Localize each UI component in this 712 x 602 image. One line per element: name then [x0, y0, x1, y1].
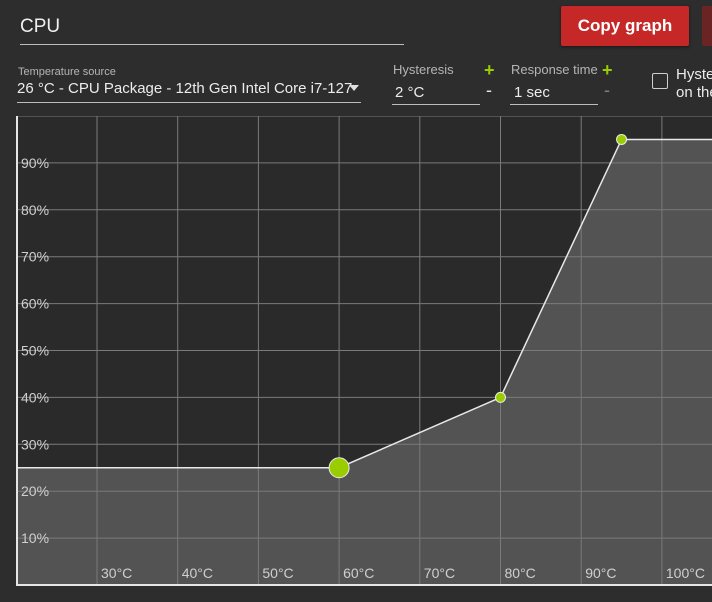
response-time-increase-button[interactable]: +	[602, 60, 613, 81]
response-time-field[interactable]: 1 sec	[510, 82, 598, 105]
y-tick-label: 50%	[21, 343, 49, 359]
hysteresis-field[interactable]: 2 °C	[392, 82, 480, 105]
x-tick-label: 50°C	[262, 565, 293, 581]
curve-name-input[interactable]	[20, 10, 404, 38]
y-tick-label: 60%	[21, 296, 49, 312]
hysteresis-increase-button[interactable]: +	[484, 60, 495, 81]
temperature-source-value: 26 °C - CPU Package - 12th Gen Intel Cor…	[17, 80, 353, 97]
response-time-decrease-button[interactable]: -	[604, 80, 610, 101]
hysteresis-label: Hysteresis	[393, 62, 454, 77]
x-tick-label: 70°C	[424, 565, 455, 581]
temperature-source-label: Temperature source	[18, 66, 116, 78]
curve-point[interactable]	[616, 133, 628, 145]
y-tick-label: 20%	[21, 483, 49, 499]
x-tick-label: 60°C	[343, 565, 374, 581]
x-tick-label: 90°C	[585, 565, 616, 581]
y-tick-label: 10%	[21, 530, 49, 546]
hysteresis-decrease-button[interactable]: -	[486, 80, 492, 101]
x-tick-label: 100°C	[666, 565, 705, 581]
y-tick-label: 80%	[21, 202, 49, 218]
response-time-value: 1 sec	[514, 84, 550, 101]
hysteresis-checkbox-label: Hyste on the	[676, 66, 712, 102]
hysteresis-value: 2 °C	[395, 84, 425, 101]
checkbox-label-line2: on the	[676, 84, 712, 101]
secondary-button[interactable]	[702, 6, 712, 46]
chevron-down-icon	[349, 85, 359, 91]
curve-name-field[interactable]	[20, 10, 404, 45]
y-tick-label: 90%	[21, 155, 49, 171]
x-tick-label: 40°C	[182, 565, 213, 581]
y-tick-label: 30%	[21, 436, 49, 452]
response-time-label: Response time	[511, 62, 598, 77]
x-tick-label: 80°C	[505, 565, 536, 581]
y-tick-label: 40%	[21, 389, 49, 405]
x-tick-label: 30°C	[101, 565, 132, 581]
temperature-source-select[interactable]: 26 °C - CPU Package - 12th Gen Intel Cor…	[17, 78, 361, 103]
fan-curve-chart[interactable]: 10% 20% 30% 40% 50% 60% 70% 80% 90% 30°C 40°C 50°C 6…	[16, 115, 712, 586]
y-tick-label: 70%	[21, 249, 49, 265]
curve-point[interactable]	[495, 391, 506, 403]
fan-curve-svg[interactable]: 10% 20% 30% 40% 50% 60% 70% 80% 90% 30°C 40°C 50°C 6…	[16, 115, 712, 586]
copy-graph-button[interactable]: Copy graph	[561, 6, 689, 46]
hysteresis-checkbox[interactable]	[652, 73, 668, 89]
curve-point-selected[interactable]	[328, 457, 350, 479]
checkbox-label-line1: Hyste	[676, 66, 712, 83]
